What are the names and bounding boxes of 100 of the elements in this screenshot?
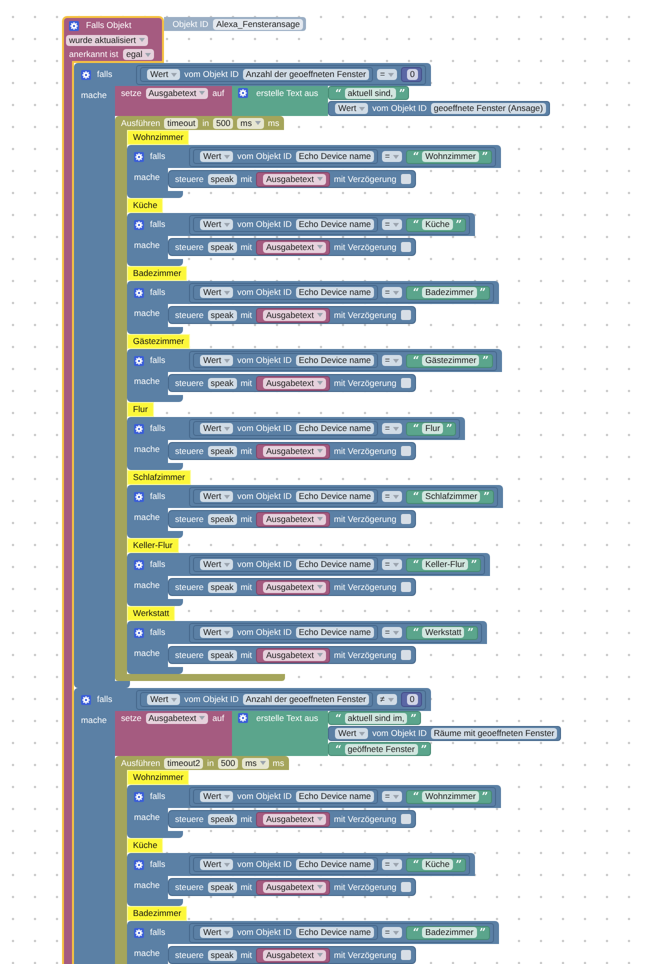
variable-dropdown[interactable]: Ausgabetext xyxy=(263,514,326,524)
attribute-dropdown[interactable]: Wert xyxy=(200,151,234,162)
state-field[interactable]: speak xyxy=(208,242,237,252)
attribute-dropdown[interactable]: Wert xyxy=(147,694,180,705)
object-field[interactable]: geoeffnete Fenster (Ansage) xyxy=(430,103,546,114)
variable-dropdown[interactable]: Ausgabetext xyxy=(263,882,326,892)
operator-dropdown[interactable]: = xyxy=(382,355,402,366)
text-field[interactable]: Gästezimmer xyxy=(422,355,480,366)
object-field[interactable]: Echo Device name xyxy=(296,627,374,638)
object-field[interactable]: Echo Device name xyxy=(296,791,374,802)
operator-dropdown[interactable]: = xyxy=(382,859,402,870)
attribute-dropdown[interactable]: Wert xyxy=(200,423,234,434)
variable-dropdown[interactable]: Ausgabetext xyxy=(263,650,326,660)
state-field[interactable]: speak xyxy=(208,378,237,388)
gear-icon[interactable] xyxy=(81,694,91,704)
operator-dropdown[interactable]: = xyxy=(382,559,402,570)
variable-dropdown[interactable]: Ausgabetext xyxy=(263,582,326,592)
text-field[interactable]: Küche xyxy=(422,219,453,230)
variable-dropdown[interactable]: Ausgabetext xyxy=(263,950,326,960)
variable-dropdown[interactable]: Ausgabetext xyxy=(263,814,326,824)
state-field[interactable]: speak xyxy=(208,582,237,592)
gear-icon[interactable] xyxy=(134,560,144,570)
object-field[interactable]: Echo Device name xyxy=(296,219,374,230)
text-field[interactable]: Keller-Flur xyxy=(422,559,468,570)
checkbox[interactable] xyxy=(401,882,412,892)
gear-icon[interactable] xyxy=(238,713,248,723)
event-dropdown[interactable]: wurde aktualisiert xyxy=(66,34,148,46)
text-field[interactable]: Wohnzimmer xyxy=(422,791,479,802)
operator-dropdown[interactable]: ≠ xyxy=(377,694,397,705)
text-field[interactable]: Küche xyxy=(422,859,453,870)
attribute-dropdown[interactable]: Wert xyxy=(200,287,234,298)
attribute-dropdown[interactable]: Wert xyxy=(200,859,234,870)
attribute-dropdown[interactable]: Wert xyxy=(200,927,234,938)
object-field[interactable]: Echo Device name xyxy=(296,287,374,298)
gear-icon[interactable] xyxy=(134,424,144,434)
operator-dropdown[interactable]: = xyxy=(382,927,402,938)
text-field[interactable]: Badezimmer xyxy=(422,927,476,938)
attribute-dropdown[interactable]: Wert xyxy=(200,559,234,570)
gear-icon[interactable] xyxy=(69,20,79,30)
object-field[interactable]: Echo Device name xyxy=(296,491,374,502)
object-field[interactable]: Echo Device name xyxy=(296,355,374,366)
operator-dropdown[interactable]: = xyxy=(382,491,402,502)
checkbox[interactable] xyxy=(401,378,412,388)
gear-icon[interactable] xyxy=(134,492,144,502)
variable-dropdown[interactable]: Ausgabetext xyxy=(263,174,326,184)
text-field[interactable]: Badezimmer xyxy=(422,287,476,298)
operator-dropdown[interactable]: = xyxy=(382,423,402,434)
state-field[interactable]: speak xyxy=(208,950,237,960)
gear-icon[interactable] xyxy=(134,152,144,162)
gear-icon[interactable] xyxy=(134,356,144,366)
object-id-field[interactable]: Alexa_Fensteransage xyxy=(213,18,303,30)
object-field[interactable]: Anzahl der geoeffneten Fenster xyxy=(242,694,369,705)
gear-icon[interactable] xyxy=(81,70,91,80)
state-field[interactable]: speak xyxy=(208,310,237,320)
operator-dropdown[interactable]: = xyxy=(382,151,402,162)
variable-dropdown[interactable]: Ausgabetext xyxy=(146,712,208,724)
timer-name-field[interactable]: timeout2 xyxy=(164,758,204,768)
state-field[interactable]: speak xyxy=(208,174,237,184)
state-field[interactable]: speak xyxy=(208,650,237,660)
text-field[interactable]: Schlafzimmer xyxy=(422,491,480,502)
attribute-dropdown[interactable]: Wert xyxy=(200,791,234,802)
delay-field[interactable]: 500 xyxy=(213,118,234,128)
variable-dropdown[interactable]: Ausgabetext xyxy=(263,378,326,388)
text-field[interactable]: Flur xyxy=(422,423,444,434)
state-field[interactable]: speak xyxy=(208,882,237,892)
text-field[interactable]: Werkstatt xyxy=(422,627,464,638)
checkbox[interactable] xyxy=(401,514,412,524)
text-field[interactable]: Wohnzimmer xyxy=(422,151,479,162)
state-field[interactable]: speak xyxy=(208,814,237,824)
timer-name-field[interactable]: timeout xyxy=(164,118,198,128)
gear-icon[interactable] xyxy=(134,288,144,298)
operator-dropdown[interactable]: = xyxy=(377,69,398,80)
variable-dropdown[interactable]: Ausgabetext xyxy=(263,310,326,320)
number-field[interactable]: 0 xyxy=(407,69,418,80)
text-field[interactable]: geöffnete Fenster xyxy=(344,744,418,754)
checkbox[interactable] xyxy=(401,650,412,660)
variable-dropdown[interactable]: Ausgabetext xyxy=(146,88,208,98)
attribute-dropdown[interactable]: Wert xyxy=(200,627,234,638)
ack-dropdown[interactable]: egal xyxy=(123,49,154,60)
gear-icon[interactable] xyxy=(134,628,144,638)
checkbox[interactable] xyxy=(401,446,412,456)
operator-dropdown[interactable]: = xyxy=(382,627,402,638)
operator-dropdown[interactable]: = xyxy=(382,287,402,298)
object-field[interactable]: Echo Device name xyxy=(296,151,374,162)
object-field[interactable]: Echo Device name xyxy=(296,927,374,938)
delay-field[interactable]: 500 xyxy=(218,758,238,768)
unit-dropdown[interactable]: ms xyxy=(242,758,269,768)
attribute-dropdown[interactable]: Wert xyxy=(200,491,234,502)
checkbox[interactable] xyxy=(401,814,412,824)
state-field[interactable]: speak xyxy=(208,446,237,456)
attribute-dropdown[interactable]: Wert xyxy=(200,219,234,230)
unit-dropdown[interactable]: ms xyxy=(237,118,264,128)
checkbox[interactable] xyxy=(401,242,412,252)
gear-icon[interactable] xyxy=(238,88,248,98)
gear-icon[interactable] xyxy=(134,928,144,938)
gear-icon[interactable] xyxy=(134,860,144,870)
text-field[interactable]: aktuell sind, xyxy=(344,88,396,98)
object-field[interactable]: Räume mit geoeffneten Fenster xyxy=(430,728,558,739)
state-field[interactable]: speak xyxy=(208,514,237,524)
attribute-dropdown[interactable]: Wert xyxy=(335,728,368,739)
